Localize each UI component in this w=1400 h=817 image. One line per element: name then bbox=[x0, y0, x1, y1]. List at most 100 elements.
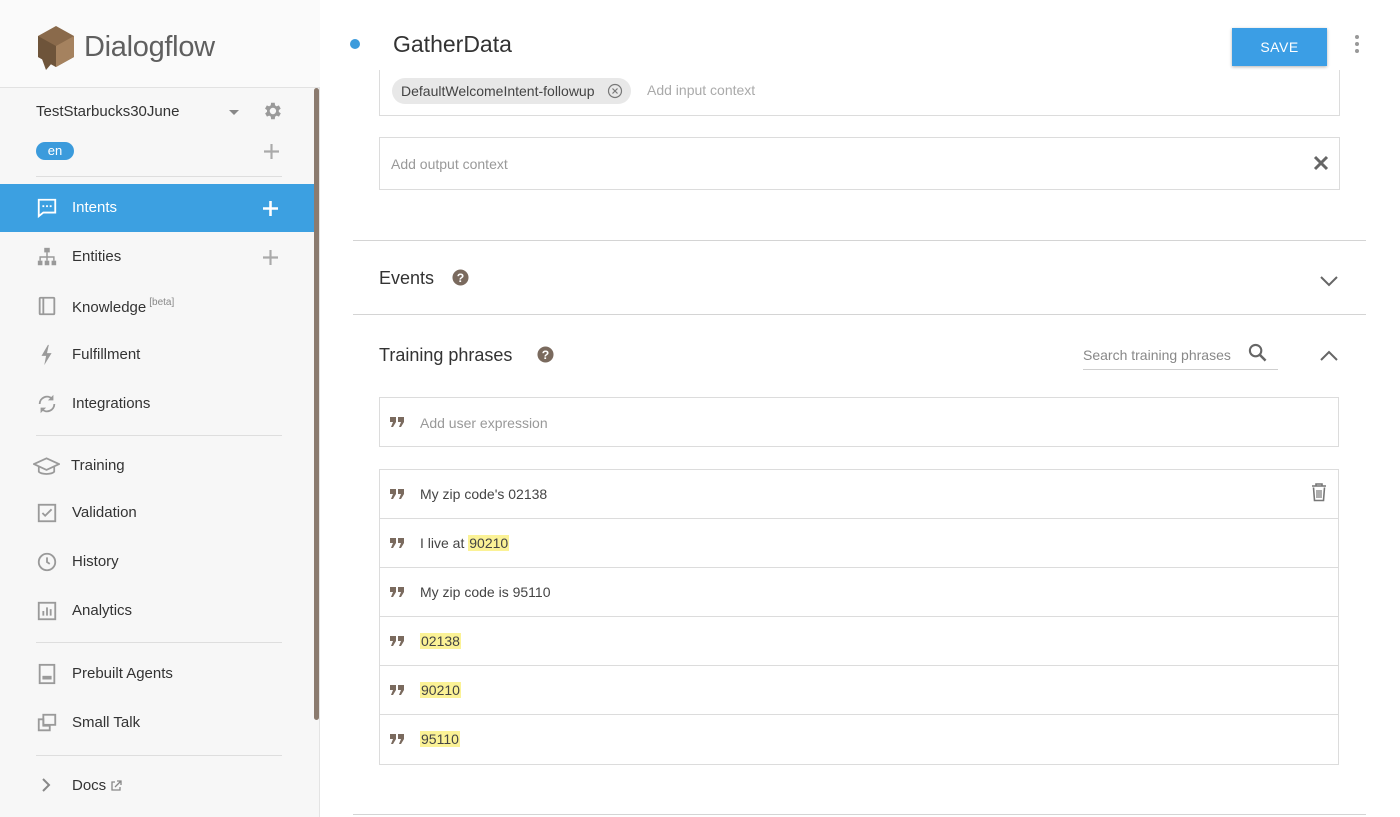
input-context-field[interactable]: DefaultWelcomeIntent-followup Add input … bbox=[379, 70, 1340, 116]
sidebar-item-entities[interactable]: Entities bbox=[0, 233, 314, 281]
training-phrases-title: Training phrases bbox=[379, 345, 513, 365]
quote-icon bbox=[390, 636, 404, 646]
sidebar-item-history[interactable]: History bbox=[0, 538, 314, 586]
divider bbox=[36, 755, 282, 756]
chevron-down-icon[interactable] bbox=[1320, 276, 1338, 287]
chevron-right-icon bbox=[42, 778, 51, 792]
training-phrase-text[interactable]: 95110 bbox=[420, 731, 460, 747]
add-intent-icon[interactable] bbox=[263, 201, 278, 216]
context-chip[interactable]: DefaultWelcomeIntent-followup bbox=[392, 78, 631, 104]
training-phrase-row[interactable]: My zip code's 02138 bbox=[380, 470, 1338, 519]
close-icon[interactable] bbox=[1313, 155, 1329, 171]
checkbox-icon bbox=[37, 503, 57, 523]
graduation-cap-icon bbox=[33, 457, 60, 475]
brand-name: Dialogflow bbox=[84, 31, 215, 63]
sidebar-item-integrations[interactable]: Integrations bbox=[0, 380, 314, 428]
agent-book-icon bbox=[38, 663, 56, 685]
annotated-parameter[interactable]: 90210 bbox=[468, 535, 510, 551]
training-phrase-text[interactable]: 02138 bbox=[420, 633, 461, 649]
training-phrase-row[interactable]: 90210 bbox=[380, 666, 1338, 715]
section-divider bbox=[353, 314, 1366, 315]
training-phrase-text[interactable]: My zip code's 02138 bbox=[420, 486, 547, 502]
knowledge-label: Knowledge bbox=[72, 299, 147, 316]
dialogflow-console: Dialogflow TestStarbucks30June en Intent… bbox=[0, 0, 1400, 817]
chevron-up-icon[interactable] bbox=[1320, 350, 1338, 361]
svg-text:?: ? bbox=[542, 348, 550, 362]
annotated-parameter[interactable]: 95110 bbox=[420, 731, 460, 747]
more-vert-icon[interactable] bbox=[1350, 34, 1364, 54]
beta-badge: [beta] bbox=[149, 297, 175, 308]
external-link-icon bbox=[111, 780, 122, 791]
sidebar-item-small-talk[interactable]: Small Talk bbox=[0, 699, 314, 747]
output-context-field[interactable]: Add output context bbox=[379, 137, 1340, 190]
agent-selector[interactable]: TestStarbucks30June bbox=[36, 103, 179, 120]
sidebar-item-analytics[interactable]: Analytics bbox=[0, 587, 314, 635]
add-language-icon[interactable] bbox=[264, 144, 279, 159]
sidebar-item-prebuilt-agents[interactable]: Prebuilt Agents bbox=[0, 650, 314, 698]
quote-icon bbox=[390, 685, 404, 695]
close-circle-icon[interactable] bbox=[607, 83, 623, 99]
chat-bubble-icon bbox=[37, 198, 57, 219]
unsaved-status-dot bbox=[350, 39, 360, 49]
sidebar-item-label: History bbox=[72, 553, 119, 570]
sidebar-item-validation[interactable]: Validation bbox=[0, 489, 314, 537]
sidebar-item-training[interactable]: Training bbox=[0, 442, 314, 490]
language-badge[interactable]: en bbox=[36, 142, 74, 160]
annotated-parameter[interactable]: 90210 bbox=[420, 682, 461, 698]
section-divider bbox=[353, 814, 1366, 815]
sidebar-item-label: Docs bbox=[72, 777, 107, 794]
search-icon[interactable] bbox=[1248, 343, 1267, 362]
events-section-title[interactable]: Events bbox=[379, 268, 434, 289]
input-context-placeholder: Add input context bbox=[647, 82, 756, 98]
svg-text:?: ? bbox=[457, 271, 465, 285]
divider bbox=[36, 642, 282, 643]
sidebar-item-label: Integrations bbox=[72, 395, 151, 412]
search-placeholder: Search training phrases bbox=[1083, 347, 1231, 363]
sidebar-item-label: Prebuilt Agents bbox=[72, 665, 173, 682]
section-divider bbox=[353, 240, 1366, 241]
save-button[interactable]: SAVE bbox=[1232, 28, 1327, 66]
gear-icon[interactable] bbox=[261, 100, 283, 122]
training-phrase-row[interactable]: 02138 bbox=[380, 617, 1338, 666]
output-context-placeholder: Add output context bbox=[391, 156, 508, 172]
search-training-phrases-input[interactable]: Search training phrases bbox=[1083, 340, 1278, 370]
quote-icon bbox=[390, 538, 404, 548]
quote-icon bbox=[390, 587, 404, 597]
sidebar-item-intents[interactable]: Intents bbox=[0, 184, 314, 232]
training-phrase-list: My zip code's 02138 I live at 90210 My z… bbox=[379, 469, 1339, 765]
chevron-down-icon[interactable] bbox=[229, 110, 239, 115]
context-chip-label: DefaultWelcomeIntent-followup bbox=[401, 83, 595, 99]
help-icon[interactable]: ? bbox=[452, 269, 469, 286]
sidebar-item-label: Validation bbox=[72, 504, 137, 521]
quote-icon bbox=[390, 417, 404, 427]
sidebar-scrollbar[interactable] bbox=[314, 88, 319, 720]
sidebar-item-fulfillment[interactable]: Fulfillment bbox=[0, 331, 314, 379]
sidebar-item-label: Knowledge [beta] bbox=[72, 297, 174, 316]
sync-icon bbox=[38, 394, 56, 414]
training-phrase-text[interactable]: 90210 bbox=[420, 682, 461, 698]
annotated-parameter[interactable]: 02138 bbox=[420, 633, 461, 649]
training-phrase-row[interactable]: My zip code is 95110 bbox=[380, 568, 1338, 617]
quote-icon bbox=[390, 734, 404, 744]
dialogflow-logo-icon bbox=[38, 26, 74, 70]
bar-chart-icon bbox=[37, 601, 57, 621]
training-phrase-text[interactable]: I live at 90210 bbox=[420, 535, 510, 551]
divider bbox=[36, 176, 282, 177]
add-entity-icon[interactable] bbox=[263, 250, 278, 265]
help-icon[interactable]: ? bbox=[537, 346, 554, 363]
logo[interactable]: Dialogflow bbox=[0, 0, 320, 88]
sidebar-item-docs[interactable]: Docs bbox=[0, 762, 314, 810]
training-phrase-row[interactable]: 95110 bbox=[380, 715, 1338, 764]
trash-icon[interactable] bbox=[1310, 482, 1328, 502]
sidebar-item-knowledge[interactable]: Knowledge [beta] bbox=[0, 282, 314, 330]
book-icon bbox=[38, 296, 56, 316]
add-user-expression-field[interactable]: Add user expression bbox=[379, 397, 1339, 447]
training-phrase-row[interactable]: I live at 90210 bbox=[380, 519, 1338, 568]
sidebar-item-label: Intents bbox=[72, 199, 118, 216]
phrase-prefix: I live at bbox=[420, 535, 469, 551]
sidebar-item-label: Small Talk bbox=[72, 714, 141, 731]
sidebar-item-label: Entities bbox=[72, 248, 122, 265]
training-phrase-text[interactable]: My zip code is 95110 bbox=[420, 584, 550, 600]
intent-name-field[interactable]: GatherData bbox=[393, 31, 512, 58]
divider bbox=[36, 435, 282, 436]
